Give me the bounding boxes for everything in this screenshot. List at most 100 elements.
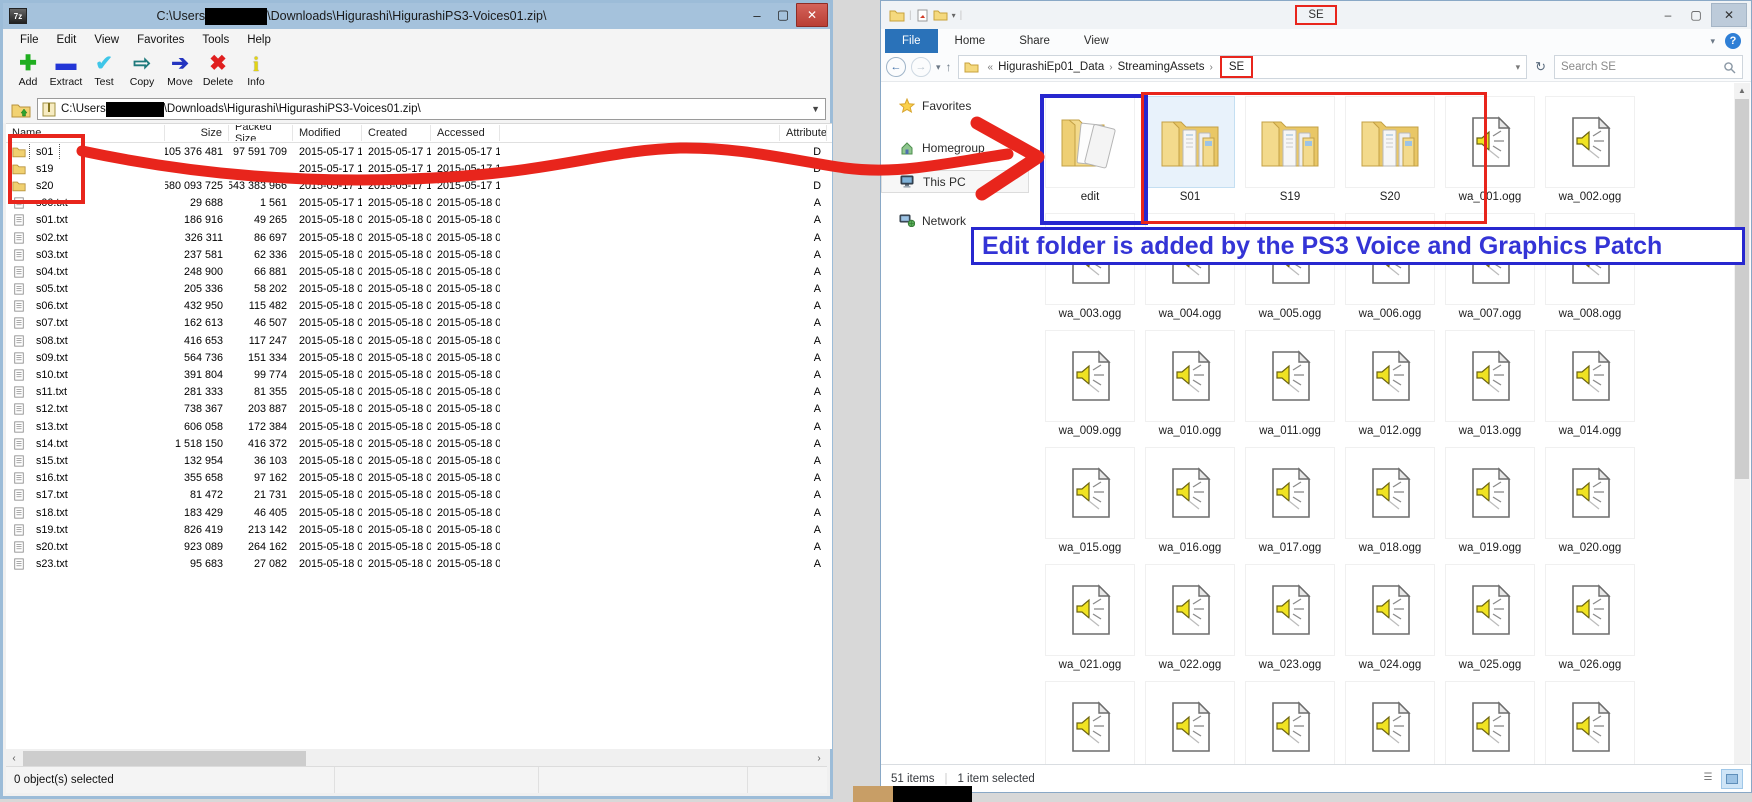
- file-item[interactable]: wa_018.ogg: [1345, 447, 1435, 554]
- menu-view[interactable]: View: [85, 31, 128, 49]
- combobox-dropdown-icon[interactable]: ▼: [806, 104, 825, 114]
- table-row[interactable]: s16.txt355 65897 1622015-05-18 00:322015…: [6, 470, 832, 487]
- file-item[interactable]: wa_010.ogg: [1145, 330, 1235, 437]
- table-row[interactable]: s06.txt432 950115 4822015-05-18 00:32201…: [6, 298, 832, 315]
- thumbnail-view-button[interactable]: [1721, 769, 1743, 789]
- column-header-size[interactable]: Size: [165, 125, 229, 141]
- file-item-partial[interactable]: [1345, 681, 1435, 765]
- scroll-right-arrow[interactable]: ›: [811, 753, 827, 764]
- table-row[interactable]: s01.txt186 91649 2652015-05-18 00:322015…: [6, 212, 832, 229]
- tab-view[interactable]: View: [1067, 29, 1126, 53]
- file-item-partial[interactable]: [1445, 681, 1535, 765]
- maximize-button[interactable]: ▢: [1683, 4, 1709, 26]
- table-row[interactable]: s20.txt923 089264 1622015-05-18 00:32201…: [6, 538, 832, 555]
- recent-locations-icon[interactable]: ▾: [936, 62, 941, 73]
- table-row[interactable]: s18.txt183 42946 4052015-05-18 00:322015…: [6, 504, 832, 521]
- table-row[interactable]: s192015-05-17 16:152015-05-17 16:142015-…: [6, 160, 832, 177]
- breadcrumb-overflow-icon[interactable]: «: [988, 62, 994, 73]
- maximize-button[interactable]: ▢: [770, 4, 796, 26]
- file-item[interactable]: wa_026.ogg: [1545, 564, 1635, 671]
- column-header-accessed[interactable]: Accessed: [431, 125, 500, 141]
- explorer-titlebar[interactable]: | ▾ | SE – ▢ ✕: [881, 1, 1751, 29]
- table-row[interactable]: s11.txt281 33381 3552015-05-18 00:322015…: [6, 384, 832, 401]
- file-item[interactable]: wa_023.ogg: [1245, 564, 1335, 671]
- file-item[interactable]: wa_014.ogg: [1545, 330, 1635, 437]
- table-row[interactable]: s20580 093 725543 383 9662015-05-17 16:1…: [6, 177, 832, 194]
- search-input[interactable]: Search SE: [1554, 55, 1743, 79]
- address-dropdown-icon[interactable]: ▾: [1516, 62, 1527, 73]
- info-button[interactable]: iInfo: [237, 51, 275, 88]
- scroll-up-arrow[interactable]: ▲: [1734, 83, 1750, 98]
- file-item[interactable]: wa_002.ogg: [1545, 96, 1635, 203]
- file-item[interactable]: wa_009.ogg: [1045, 330, 1135, 437]
- copy-button[interactable]: ⇨Copy: [123, 51, 161, 88]
- table-row[interactable]: s05.txt205 33658 2022015-05-18 00:322015…: [6, 281, 832, 298]
- breadcrumb-item-se-annotated[interactable]: SE: [1220, 56, 1253, 78]
- file-list-header[interactable]: NameSizePacked SizeModifiedCreatedAccess…: [6, 124, 832, 143]
- column-header-modified[interactable]: Modified: [293, 125, 362, 141]
- table-row[interactable]: s03.txt237 58162 3362015-05-18 00:322015…: [6, 246, 832, 263]
- address-breadcrumb-bar[interactable]: « HigurashiEp01_Data › StreamingAssets ›…: [958, 55, 1528, 79]
- file-item[interactable]: wa_025.ogg: [1445, 564, 1535, 671]
- back-button[interactable]: ←: [886, 57, 906, 77]
- move-button[interactable]: ➔Move: [161, 51, 199, 88]
- extract-button[interactable]: ▬Extract: [47, 51, 85, 88]
- menu-help[interactable]: Help: [238, 31, 280, 49]
- file-item-partial[interactable]: [1245, 681, 1335, 765]
- file-item[interactable]: wa_015.ogg: [1045, 447, 1135, 554]
- column-header-attributes[interactable]: Attributes: [780, 125, 827, 141]
- menu-tools[interactable]: Tools: [193, 31, 238, 49]
- sevenzip-titlebar[interactable]: 7z C:\Users\Downloads\Higurashi\Higurash…: [3, 3, 830, 29]
- minimize-button[interactable]: –: [1655, 4, 1681, 26]
- table-row[interactable]: s08.txt416 653117 2472015-05-18 00:32201…: [6, 332, 832, 349]
- qat-customize-icon[interactable]: ▾: [952, 11, 956, 20]
- scrollbar-thumb[interactable]: [23, 751, 306, 766]
- minimize-button[interactable]: –: [744, 4, 770, 26]
- file-item[interactable]: wa_013.ogg: [1445, 330, 1535, 437]
- file-item[interactable]: wa_020.ogg: [1545, 447, 1635, 554]
- breadcrumb-item[interactable]: StreamingAssets: [1118, 61, 1205, 73]
- table-row[interactable]: s00.txt29 6881 5612015-05-17 18:152015-0…: [6, 195, 832, 212]
- file-item-partial[interactable]: [1545, 681, 1635, 765]
- file-item[interactable]: wa_022.ogg: [1145, 564, 1235, 671]
- column-header-created[interactable]: Created: [362, 125, 431, 141]
- ribbon-collapse-icon[interactable]: ▾: [1710, 36, 1715, 47]
- archive-path-combobox[interactable]: C:\Users\Downloads\Higurashi\HigurashiPS…: [37, 98, 826, 120]
- table-row[interactable]: s14.txt1 518 150416 3722015-05-18 00:322…: [6, 435, 832, 452]
- refresh-button[interactable]: ↻: [1527, 59, 1554, 75]
- tab-file[interactable]: File: [885, 29, 938, 53]
- help-icon[interactable]: ?: [1725, 33, 1741, 49]
- tab-share[interactable]: Share: [1002, 29, 1067, 53]
- test-button[interactable]: ✔Test: [85, 51, 123, 88]
- table-row[interactable]: s12.txt738 367203 8872015-05-18 00:32201…: [6, 401, 832, 418]
- table-row[interactable]: s17.txt81 47221 7312015-05-18 00:322015-…: [6, 487, 832, 504]
- sidebar-item-favorites[interactable]: Favorites: [881, 95, 1033, 116]
- sidebar-item-homegroup[interactable]: Homegroup: [881, 137, 1033, 158]
- new-folder-icon[interactable]: [933, 9, 948, 21]
- table-row[interactable]: s15.txt132 95436 1032015-05-18 00:322015…: [6, 452, 832, 469]
- add-button[interactable]: ✚Add: [9, 51, 47, 88]
- close-button[interactable]: ✕: [796, 3, 828, 27]
- file-item-partial[interactable]: [1145, 681, 1235, 765]
- file-item[interactable]: wa_021.ogg: [1045, 564, 1135, 671]
- file-item[interactable]: wa_012.ogg: [1345, 330, 1435, 437]
- sidebar-item-this-pc[interactable]: This PC: [881, 170, 1029, 193]
- up-button[interactable]: ↑: [946, 60, 952, 74]
- properties-icon[interactable]: [916, 9, 929, 22]
- breadcrumb-item[interactable]: HigurashiEp01_Data: [998, 61, 1104, 73]
- column-header-spacer[interactable]: [500, 125, 780, 141]
- table-row[interactable]: s19.txt826 419213 1422015-05-18 00:32201…: [6, 521, 832, 538]
- menu-file[interactable]: File: [11, 31, 48, 49]
- forward-button[interactable]: →: [911, 57, 931, 77]
- table-row[interactable]: s04.txt248 90066 8812015-05-18 00:322015…: [6, 263, 832, 280]
- delete-button[interactable]: ✖Delete: [199, 51, 237, 88]
- table-row[interactable]: s01105 376 48197 591 7092015-05-17 16:08…: [6, 143, 832, 160]
- file-item-partial[interactable]: [1045, 681, 1135, 765]
- file-item[interactable]: wa_017.ogg: [1245, 447, 1335, 554]
- menu-favorites[interactable]: Favorites: [128, 31, 193, 49]
- horizontal-scrollbar[interactable]: ‹ ›: [6, 750, 827, 767]
- table-row[interactable]: s13.txt606 058172 3842015-05-18 00:32201…: [6, 418, 832, 435]
- menu-edit[interactable]: Edit: [48, 31, 86, 49]
- scrollbar-thumb[interactable]: [1735, 99, 1749, 479]
- close-button[interactable]: ✕: [1711, 3, 1747, 27]
